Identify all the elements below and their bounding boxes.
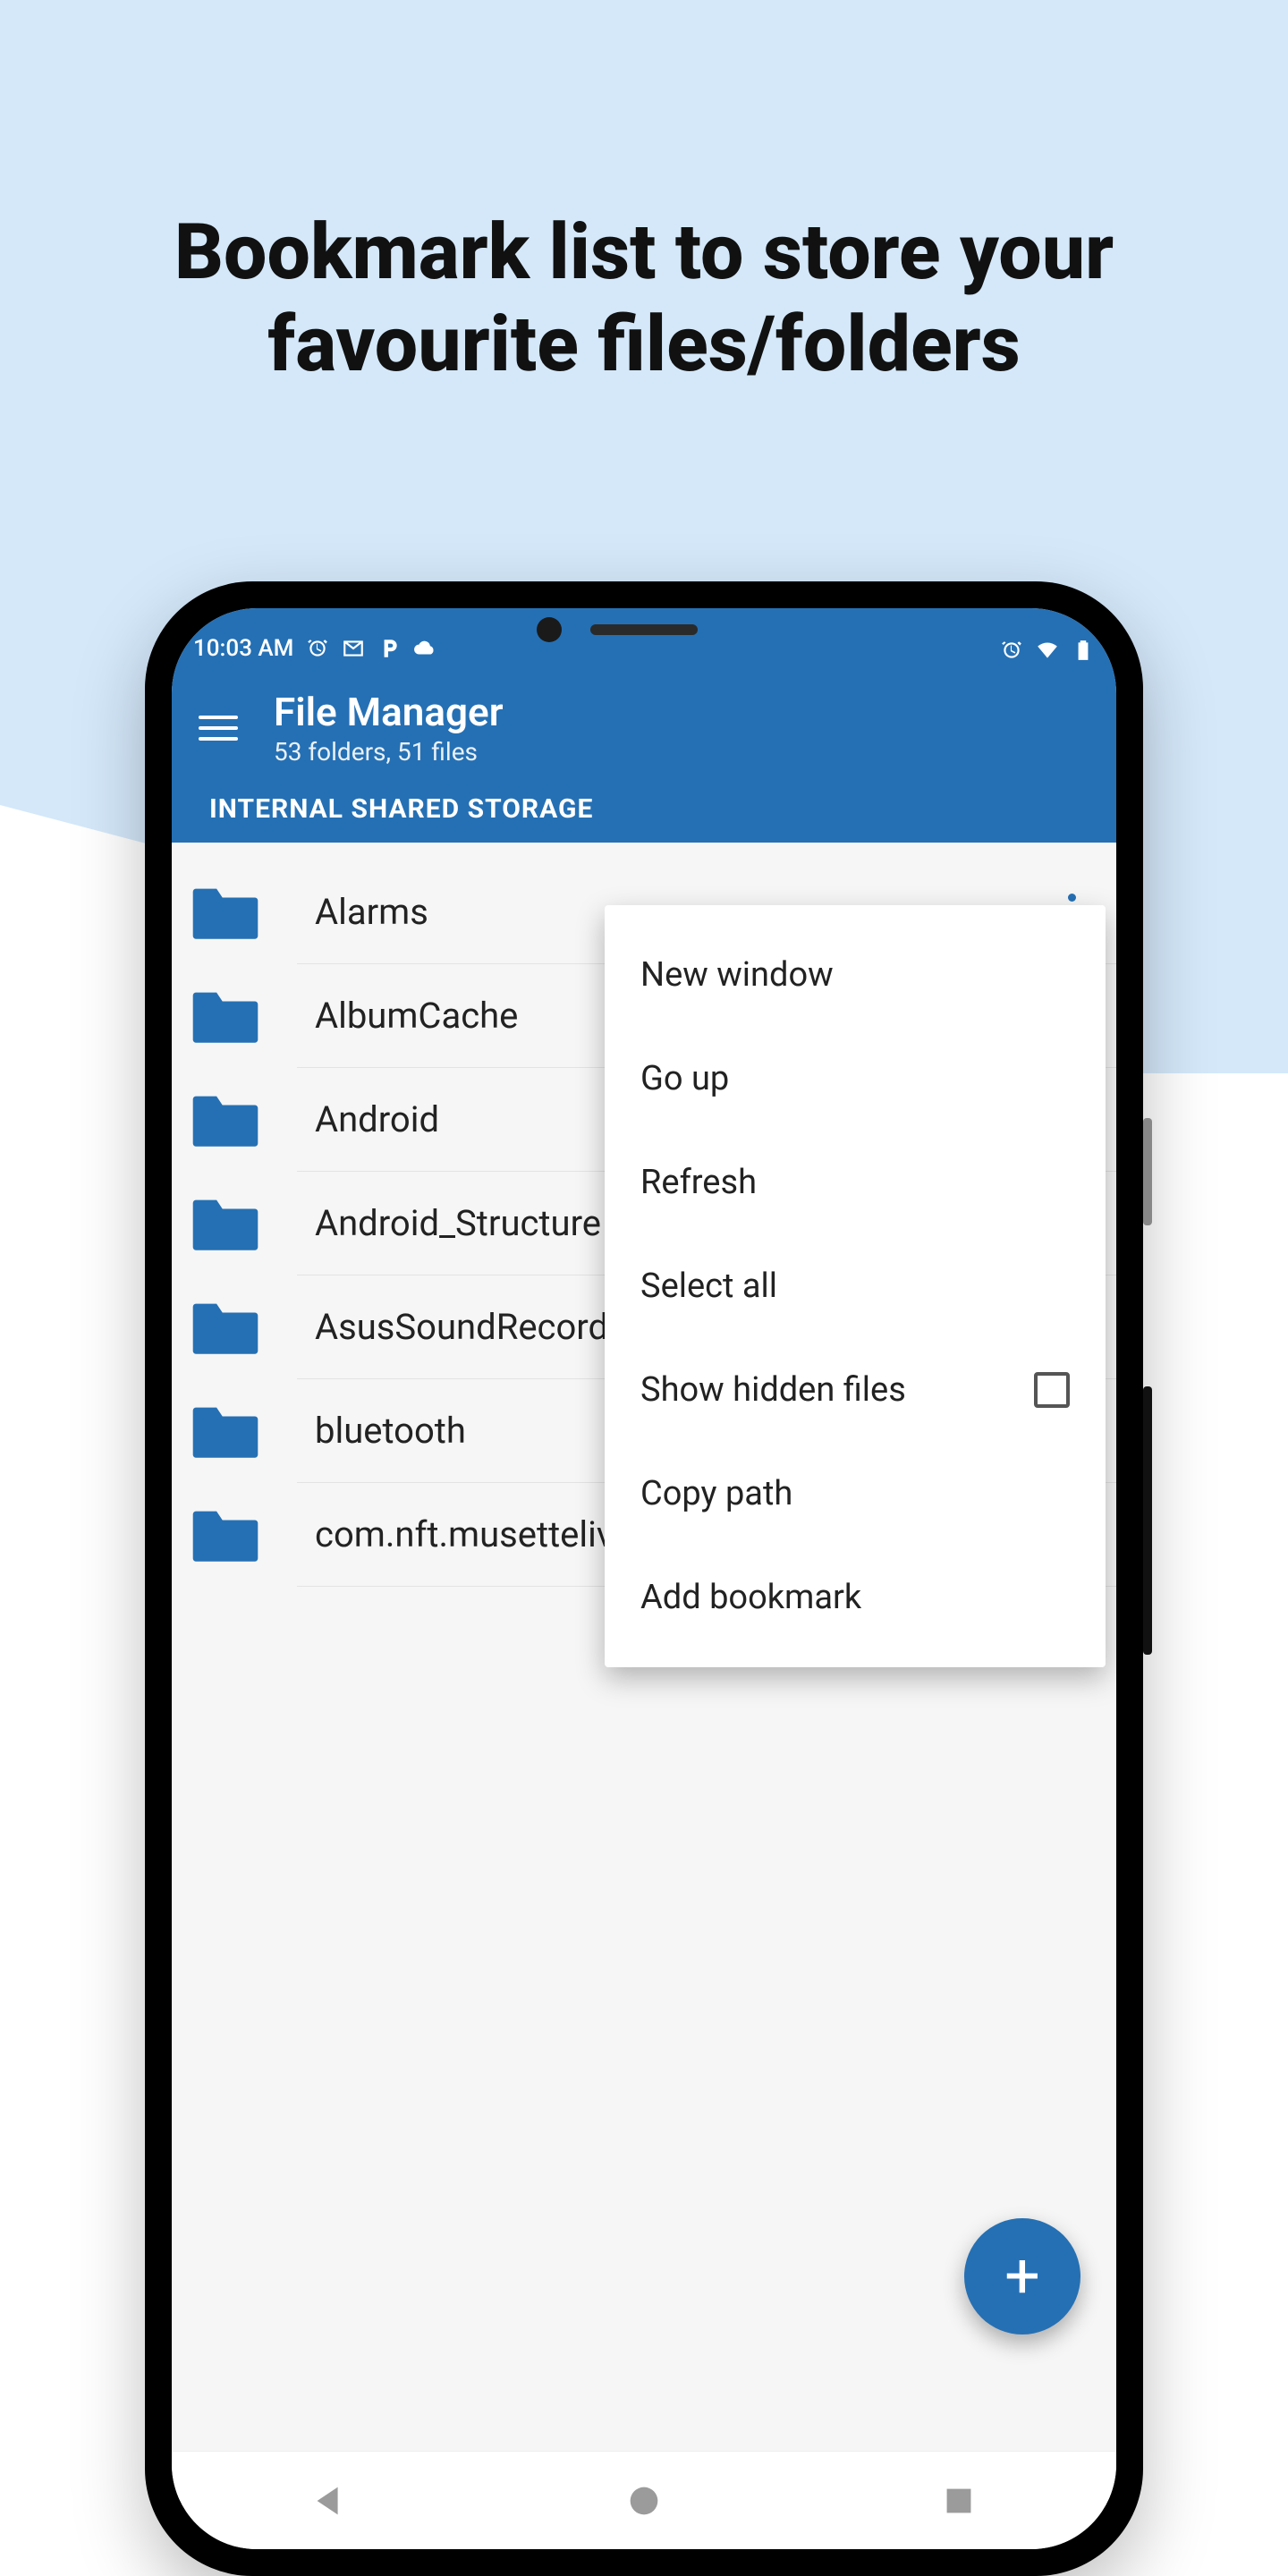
nav-back-icon[interactable] [309, 2480, 350, 2521]
menu-icon[interactable] [199, 708, 238, 748]
phone-side-button [1143, 1118, 1152, 1225]
app-bar: File Manager 53 folders, 51 files INTERN… [172, 667, 1116, 843]
checkbox-icon[interactable] [1034, 1372, 1070, 1408]
tab-internal-storage[interactable]: INTERNAL SHARED STORAGE [209, 793, 593, 843]
menu-go-up[interactable]: Go up [605, 1027, 1106, 1131]
phone-camera [537, 617, 562, 642]
marketing-headline: Bookmark list to store your favourite fi… [0, 206, 1288, 390]
folder-icon [190, 1194, 261, 1253]
plus-icon: + [1004, 2240, 1040, 2313]
folder-icon [190, 883, 261, 942]
cloud-icon [413, 637, 436, 660]
fab-add-button[interactable]: + [964, 2218, 1080, 2334]
status-time: 10:03 AM [193, 635, 293, 662]
p-icon [377, 637, 401, 660]
alarm-icon [1000, 639, 1023, 662]
menu-label: New window [640, 955, 834, 995]
screen: 10:03 AM [172, 608, 1116, 2549]
nav-home-icon[interactable] [623, 2480, 665, 2521]
status-bar: 10:03 AM [172, 608, 1116, 667]
phone-side-button [1143, 1386, 1152, 1655]
wifi-icon [1036, 639, 1059, 662]
menu-label: Copy path [640, 1474, 792, 1513]
menu-label: Show hidden files [640, 1370, 906, 1410]
nav-recent-icon[interactable] [938, 2480, 979, 2521]
phone-speaker [590, 624, 698, 635]
overflow-menu: New window Go up Refresh Select all Show… [605, 905, 1106, 1667]
menu-label: Refresh [640, 1163, 757, 1202]
menu-label: Select all [640, 1267, 777, 1306]
battery-icon [1072, 639, 1095, 662]
folder-icon [190, 1505, 261, 1564]
menu-label: Go up [640, 1059, 729, 1098]
content-area: AlarmsAlbumCacheAndroidAndroid_Structure… [172, 843, 1116, 2451]
app-subtitle: 53 folders, 51 files [274, 737, 1089, 767]
folder-icon [190, 987, 261, 1046]
menu-add-bookmark[interactable]: Add bookmark [605, 1546, 1106, 1649]
menu-new-window[interactable]: New window [605, 923, 1106, 1027]
app-title: File Manager [274, 689, 1089, 735]
gmail-icon [342, 637, 365, 660]
alarm-icon [306, 637, 329, 660]
folder-icon [190, 1090, 261, 1149]
phone-frame: 10:03 AM [145, 581, 1143, 2576]
menu-select-all[interactable]: Select all [605, 1234, 1106, 1338]
menu-copy-path[interactable]: Copy path [605, 1442, 1106, 1546]
menu-label: Add bookmark [640, 1578, 861, 1617]
system-nav-bar [172, 2451, 1116, 2549]
menu-refresh[interactable]: Refresh [605, 1131, 1106, 1234]
folder-icon [190, 1402, 261, 1461]
folder-icon [190, 1298, 261, 1357]
menu-show-hidden[interactable]: Show hidden files [605, 1338, 1106, 1442]
